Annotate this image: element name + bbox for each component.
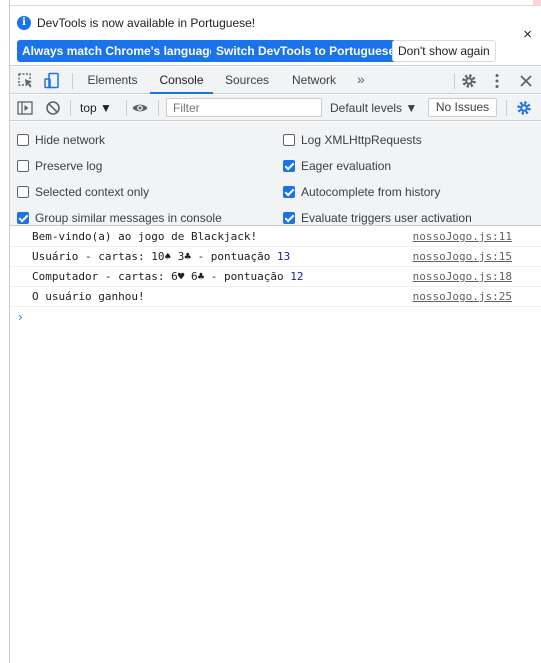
- message-text: Usuário - cartas: 10♠ 3♣ - pontuação 13: [32, 250, 291, 263]
- tab-console[interactable]: Console: [150, 67, 213, 94]
- console-settings-gear-icon[interactable]: [515, 99, 533, 117]
- more-tabs-icon[interactable]: »: [357, 67, 365, 94]
- console-message: Usuário - cartas: 10♠ 3♣ - pontuação 13 …: [10, 247, 541, 267]
- inspect-element-icon[interactable]: [17, 72, 35, 90]
- checkbox-selected-context-only[interactable]: [17, 186, 29, 198]
- dont-show-again-button[interactable]: Don't show again: [392, 40, 496, 62]
- console-message: O usuário ganhou! nossoJogo.js:25: [10, 287, 541, 307]
- option-label: Selected context only: [35, 185, 150, 199]
- checkbox-eager-evaluation[interactable]: [283, 160, 295, 172]
- close-devtools-icon[interactable]: [517, 72, 535, 90]
- context-selector[interactable]: top ▼: [80, 95, 112, 121]
- console-prompt-icon[interactable]: ›: [18, 311, 23, 323]
- infobar-message: DevTools is now available in Portuguese!: [37, 16, 256, 30]
- message-text: O usuário ganhou!: [32, 290, 145, 303]
- toolbar-separator: [70, 100, 71, 116]
- option-label: Evaluate triggers user activation: [301, 211, 472, 225]
- gear-icon[interactable]: [460, 72, 478, 90]
- kebab-menu-icon[interactable]: [488, 72, 506, 90]
- option-label: Log XMLHttpRequests: [301, 133, 422, 147]
- checkbox-group-similar[interactable]: [17, 212, 29, 224]
- always-match-language-button[interactable]: Always match Chrome's language: [17, 40, 222, 62]
- tab-network[interactable]: Network: [283, 67, 345, 94]
- checkbox-hide-network[interactable]: [17, 134, 29, 146]
- language-infobar: i DevTools is now available in Portugues…: [10, 6, 541, 66]
- option-label: Group similar messages in console: [35, 211, 222, 225]
- log-levels-dropdown[interactable]: Default levels ▼: [330, 95, 417, 121]
- infobar-close-icon[interactable]: ×: [523, 27, 532, 42]
- switch-to-portuguese-button[interactable]: Switch DevTools to Portuguese: [211, 40, 401, 62]
- source-link[interactable]: nossoJogo.js:15: [413, 251, 512, 263]
- filter-input[interactable]: [166, 98, 322, 117]
- option-label: Autocomplete from history: [301, 185, 441, 199]
- console-message: Computador - cartas: 6♥ 6♣ - pontuação 1…: [10, 267, 541, 287]
- option-label: Preserve log: [35, 159, 103, 173]
- console-settings-pane: Hide network Preserve log Selected conte…: [10, 122, 541, 226]
- toolbar-separator: [158, 100, 159, 116]
- devtools-tabbar: Elements Console Sources Network »: [10, 67, 541, 94]
- console-message: Bem-vindo(a) ao jogo de Blackjack! nosso…: [10, 227, 541, 247]
- page-left-edge: [0, 0, 10, 663]
- device-toolbar-icon[interactable]: [43, 72, 61, 90]
- option-label: Hide network: [35, 133, 106, 147]
- source-link[interactable]: nossoJogo.js:18: [413, 271, 512, 283]
- checkbox-preserve-log[interactable]: [17, 160, 29, 172]
- info-icon: i: [17, 16, 31, 30]
- tabbar-separator: [72, 73, 73, 89]
- message-text: Bem-vindo(a) ao jogo de Blackjack!: [32, 230, 258, 243]
- sidebar-toggle-icon[interactable]: [16, 99, 34, 117]
- message-text: Computador - cartas: 6♥ 6♣ - pontuação 1…: [32, 270, 304, 283]
- devtools-panel: i DevTools is now available in Portugues…: [10, 6, 541, 663]
- checkbox-autocomplete-history[interactable]: [283, 186, 295, 198]
- tab-sources[interactable]: Sources: [219, 67, 275, 94]
- issues-button[interactable]: No Issues: [428, 98, 497, 117]
- source-link[interactable]: nossoJogo.js:25: [413, 291, 512, 303]
- clear-console-icon[interactable]: [44, 99, 62, 117]
- tabbar-separator: [454, 73, 455, 89]
- tab-elements[interactable]: Elements: [83, 67, 142, 94]
- console-messages: Bem-vindo(a) ao jogo de Blackjack! nosso…: [10, 227, 541, 323]
- option-label: Eager evaluation: [301, 159, 392, 173]
- eye-icon[interactable]: [131, 99, 149, 117]
- checkbox-log-xmlhttprequests[interactable]: [283, 134, 295, 146]
- console-toolbar: top ▼ Default levels ▼ No Issues: [10, 95, 541, 121]
- toolbar-separator: [506, 100, 507, 116]
- toolbar-separator: [126, 100, 127, 116]
- source-link[interactable]: nossoJogo.js:11: [413, 231, 512, 243]
- checkbox-evaluate-triggers[interactable]: [283, 212, 295, 224]
